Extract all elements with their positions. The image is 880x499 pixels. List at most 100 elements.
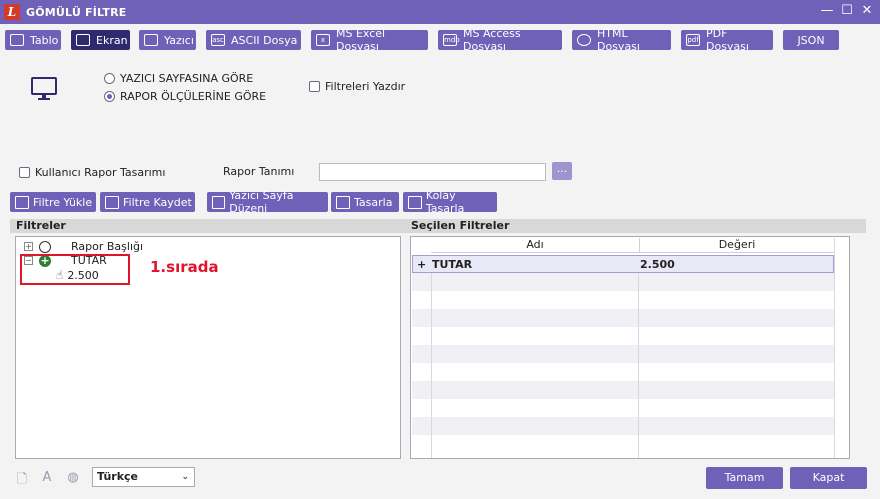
node-label: Rapor Başlığı <box>71 240 144 253</box>
tree-node-rapor-basligi[interactable]: + Rapor Başlığı <box>24 240 143 253</box>
table-row-selected[interactable]: + TUTAR 2.500 <box>412 255 834 273</box>
tab-excel[interactable]: x MS Excel Dosyası <box>311 27 428 53</box>
chevron-down-icon: ⌄ <box>181 472 189 482</box>
output-tabs: Tablo Ekran Yazıcı asc ASCII Dosya x MS Ex… <box>0 27 880 53</box>
tab-label: JSON <box>797 33 825 47</box>
close-icon[interactable]: ✕ <box>860 4 874 18</box>
window-title: GÖMÜLÜ FİLTRE <box>26 5 127 19</box>
design-icon <box>336 195 350 209</box>
printer-icon <box>144 34 158 46</box>
rapor-tanimi-label: Rapor Tanımı <box>223 165 294 178</box>
button-label: Yazıcı Sayfa Düzeni <box>229 189 294 215</box>
field-label: Rapor Tanımı <box>223 165 295 178</box>
button-label: Filtre Yükle <box>33 195 93 209</box>
minimize-icon[interactable]: — <box>820 4 834 18</box>
radio-label: YAZICI SAYFASINA GÖRE <box>120 72 254 85</box>
new-document-icon[interactable]: 🗋 <box>15 470 29 487</box>
browse-button[interactable]: ... <box>552 162 572 180</box>
button-label: Kolay Tasarla <box>425 189 465 215</box>
print-filters-checkbox[interactable]: Filtreleri Yazdır <box>309 80 405 93</box>
translate-icon[interactable]: A <box>40 470 54 485</box>
tab-label: ASCII Dosya <box>231 33 298 47</box>
annotation-text: 1.sırada <box>150 258 219 276</box>
table-row <box>412 363 834 381</box>
easy-design-icon <box>408 195 422 209</box>
language-select[interactable]: Türkçe ⌄ <box>92 467 195 487</box>
user-report-design-checkbox[interactable]: Kullanıcı Rapor Tasarımı <box>19 166 165 179</box>
filtre-kaydet-button[interactable]: Filtre Kaydet <box>100 192 195 212</box>
button-label: Tasarla <box>354 195 393 209</box>
excel-file-icon: x <box>316 34 330 46</box>
radio-button-selected[interactable] <box>104 91 115 102</box>
tab-label: Ekran <box>96 33 128 47</box>
table-row <box>412 345 834 363</box>
kapat-button[interactable]: Kapat <box>790 467 867 489</box>
button-label: Filtre Kaydet <box>123 195 192 209</box>
load-icon <box>15 195 29 209</box>
page-setup-icon <box>212 195 226 209</box>
filters-header: Filtreler <box>10 219 405 233</box>
row-value: 2.500 <box>640 258 675 271</box>
checkbox-label: Kullanıcı Rapor Tasarımı <box>35 166 166 179</box>
selected-filters-header: Seçilen Filtreler <box>405 219 866 233</box>
tab-ascii[interactable]: asc ASCII Dosya <box>206 30 301 50</box>
monitor-icon <box>76 34 90 46</box>
row-expand-icon[interactable]: + <box>417 258 426 271</box>
checkbox-label: Filtreleri Yazdır <box>325 80 406 93</box>
table-row <box>412 417 834 435</box>
radio-rapor-olculerine-gore[interactable]: RAPOR ÖLÇÜLERİNE GÖRE <box>104 90 266 103</box>
tab-label: HTML Dosyası <box>597 27 640 53</box>
globe-icon[interactable]: ◍ <box>66 470 80 485</box>
ascii-file-icon: asc <box>211 34 225 46</box>
tamam-button[interactable]: Tamam <box>706 467 783 489</box>
table-row <box>412 435 834 453</box>
pdf-file-icon: pdf <box>686 34 700 46</box>
table-row <box>412 381 834 399</box>
tab-ekran[interactable]: Ekran <box>71 30 130 50</box>
radio-yazici-sayfasina-gore[interactable]: YAZICI SAYFASINA GÖRE <box>104 72 253 85</box>
tab-label: PDF Dosyası <box>706 27 749 53</box>
yazici-sayfa-duzeni-button[interactable]: Yazıcı Sayfa Düzeni <box>207 189 328 215</box>
grid-line <box>431 273 432 458</box>
tab-label: Tablo <box>30 33 59 47</box>
checkbox[interactable] <box>309 81 320 92</box>
tab-json[interactable]: JSON <box>783 30 839 50</box>
radio-label: RAPOR ÖLÇÜLERİNE GÖRE <box>120 90 267 103</box>
row-name: TUTAR <box>432 258 473 271</box>
maximize-icon[interactable]: ☐ <box>840 4 854 18</box>
title-bar: L GÖMÜLÜ FİLTRE — ☐ ✕ <box>0 0 880 24</box>
tab-html[interactable]: HTML Dosyası <box>572 27 671 53</box>
tab-label: Yazıcı <box>164 33 194 47</box>
kolay-tasarla-button[interactable]: Kolay Tasarla <box>403 189 497 215</box>
table-row <box>412 309 834 327</box>
radio-button[interactable] <box>104 73 115 84</box>
language-value: Türkçe <box>97 470 139 483</box>
globe-icon <box>577 34 591 46</box>
screen-output-icon <box>31 77 57 100</box>
table-row <box>412 327 834 345</box>
tab-yazici[interactable]: Yazıcı <box>139 30 196 50</box>
save-icon <box>105 195 119 209</box>
filtre-yukle-button[interactable]: Filtre Yükle <box>10 192 96 212</box>
column-header-adi[interactable]: Adı <box>431 238 639 253</box>
table-row <box>412 291 834 309</box>
tasarla-button[interactable]: Tasarla <box>331 192 399 212</box>
tab-label: MS Access Dosyası <box>463 27 521 53</box>
app-logo: L <box>4 4 20 20</box>
tab-label: MS Excel Dosyası <box>336 27 386 53</box>
access-file-icon: mdb <box>443 34 460 46</box>
column-header-degeri[interactable]: Değeri <box>639 238 834 253</box>
grid-line <box>638 273 639 458</box>
expand-icon[interactable]: + <box>24 242 33 251</box>
table-icon <box>10 34 24 46</box>
table-row <box>412 273 834 291</box>
highlight-box <box>20 254 130 285</box>
checkbox[interactable] <box>19 167 30 178</box>
rapor-tanimi-input[interactable] <box>319 163 546 181</box>
tab-access[interactable]: mdb MS Access Dosyası <box>438 27 562 53</box>
tab-tablo[interactable]: Tablo <box>5 30 61 50</box>
table-row <box>412 399 834 417</box>
grid-line <box>834 238 835 458</box>
tab-pdf[interactable]: pdf PDF Dosyası <box>681 27 773 53</box>
empty-circle-icon <box>39 240 51 253</box>
